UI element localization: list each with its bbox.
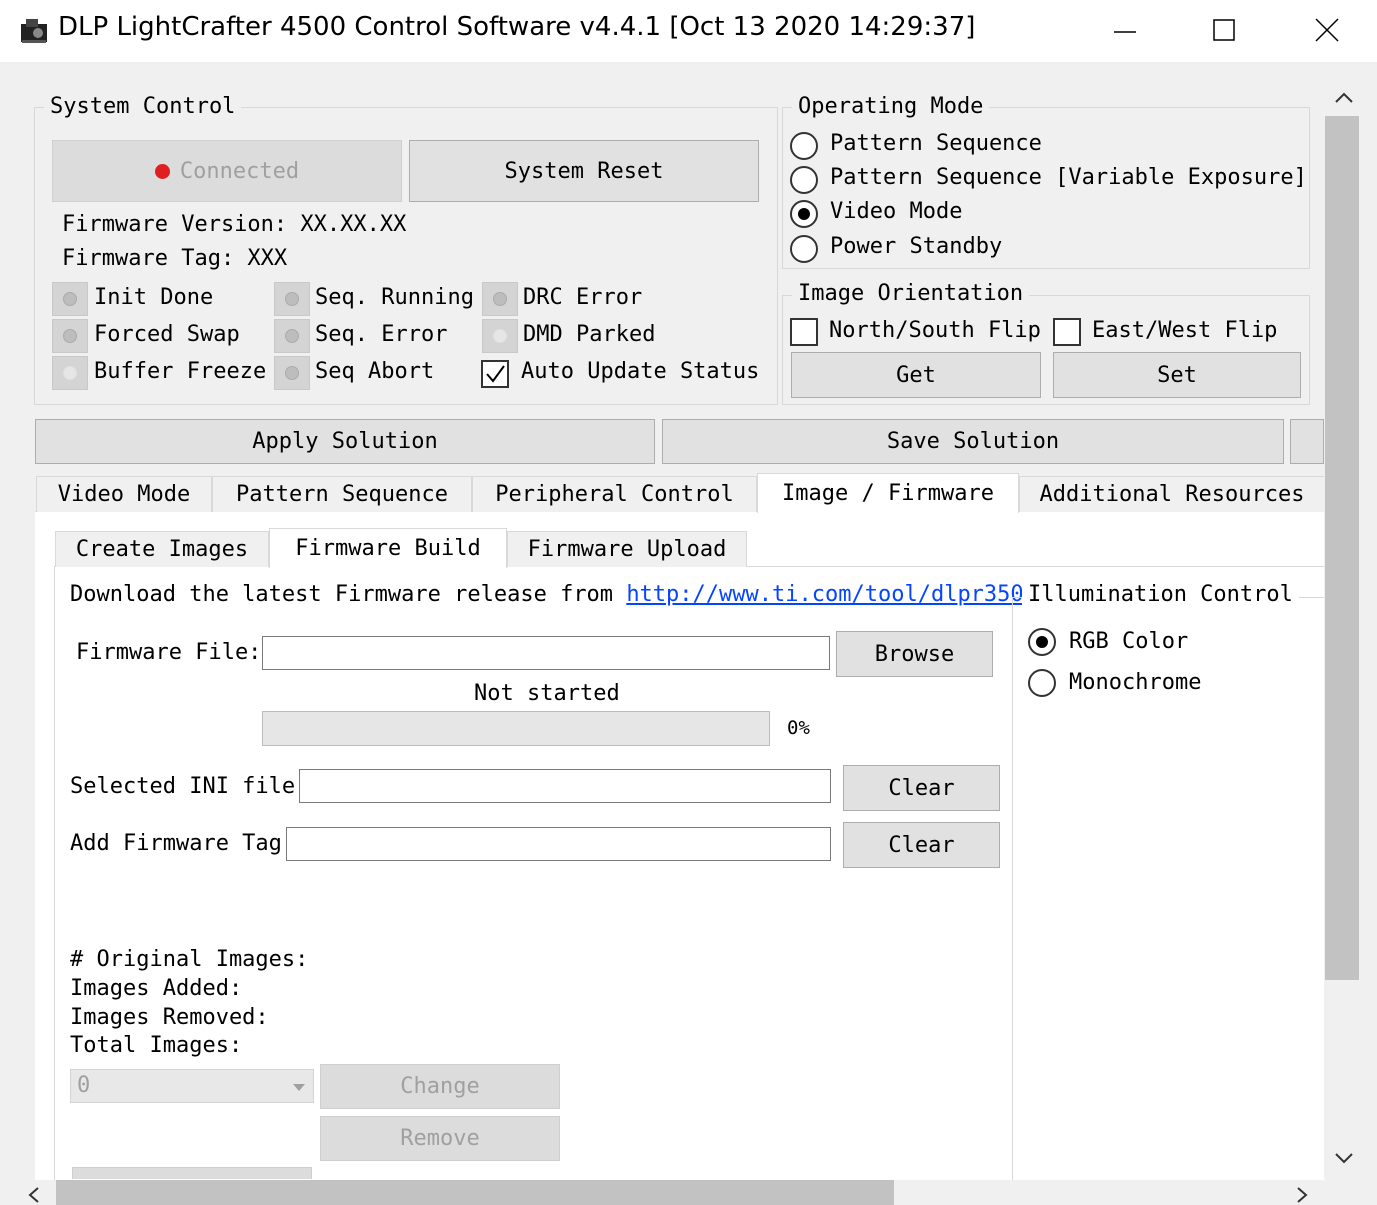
seq-running-label: Seq. Running bbox=[315, 285, 474, 310]
images-removed-label: Images Removed: bbox=[70, 1005, 269, 1030]
chevron-down-icon bbox=[293, 1084, 305, 1091]
tab-firmware-upload[interactable]: Firmware Upload bbox=[507, 531, 747, 567]
apply-solution-button[interactable]: Apply Solution bbox=[35, 419, 655, 464]
north-south-flip-checkbox[interactable] bbox=[790, 318, 818, 346]
maximize-button[interactable] bbox=[1199, 10, 1249, 50]
radio-pattern-sequence[interactable] bbox=[790, 132, 818, 160]
partially-hidden-button[interactable] bbox=[72, 1167, 312, 1179]
set-button[interactable]: Set bbox=[1053, 352, 1301, 398]
ini-file-label: Selected INI file bbox=[70, 774, 296, 799]
init-done-indicator bbox=[52, 282, 88, 316]
drc-error-label: DRC Error bbox=[523, 285, 643, 310]
download-link[interactable]: http://www.ti.com/tool/dlpr350 bbox=[626, 582, 1023, 607]
progress-status: Not started bbox=[474, 681, 620, 706]
close-icon bbox=[1315, 18, 1339, 42]
firmware-tag-label: Add Firmware Tag bbox=[70, 831, 282, 856]
connection-status-icon bbox=[154, 163, 170, 179]
firmware-tag: Firmware Tag: XXX bbox=[62, 246, 288, 271]
east-west-flip-label: East/West Flip bbox=[1092, 318, 1278, 343]
scroll-up-icon[interactable] bbox=[1334, 90, 1354, 106]
system-reset-button[interactable]: System Reset bbox=[409, 140, 759, 202]
east-west-flip-checkbox[interactable] bbox=[1053, 318, 1081, 346]
radio-video-mode[interactable] bbox=[790, 200, 818, 228]
browse-button[interactable]: Browse bbox=[836, 631, 993, 677]
system-control-title: System Control bbox=[44, 94, 242, 119]
image-index-select[interactable]: 0 bbox=[70, 1069, 314, 1103]
progress-percent: 0% bbox=[787, 717, 810, 739]
connected-button[interactable]: Connected bbox=[52, 140, 402, 202]
north-south-flip-label: North/South Flip bbox=[829, 318, 1041, 343]
radio-power-standby[interactable] bbox=[790, 235, 818, 263]
connected-label: Connected bbox=[179, 158, 300, 184]
radio-pattern-sequence-variable[interactable] bbox=[790, 166, 818, 194]
seq-abort-indicator bbox=[274, 356, 310, 390]
images-added-label: Images Added: bbox=[70, 976, 243, 1001]
illumination-control-title: Illumination Control bbox=[1022, 582, 1299, 607]
remove-button[interactable]: Remove bbox=[320, 1116, 560, 1161]
scroll-down-icon[interactable] bbox=[1334, 1150, 1354, 1166]
video-mode-label: Video Mode bbox=[830, 199, 963, 224]
firmware-version: Firmware Version: XX.XX.XX bbox=[62, 212, 407, 237]
window-title: DLP LightCrafter 4500 Control Software v… bbox=[58, 12, 976, 42]
init-done-label: Init Done bbox=[94, 285, 214, 310]
vertical-scroll-thumb[interactable] bbox=[1325, 116, 1359, 980]
drc-error-indicator bbox=[482, 282, 518, 316]
tab-create-images[interactable]: Create Images bbox=[55, 531, 269, 567]
firmware-tag-input[interactable] bbox=[286, 827, 831, 861]
tab-firmware-build[interactable]: Firmware Build bbox=[269, 528, 507, 568]
monochrome-label: Monochrome bbox=[1069, 670, 1202, 695]
firmware-file-label: Firmware File: bbox=[76, 640, 262, 665]
save-solution-button[interactable]: Save Solution bbox=[662, 419, 1284, 464]
operating-mode-title: Operating Mode bbox=[792, 94, 990, 119]
get-button[interactable]: Get bbox=[791, 352, 1041, 398]
power-standby-label: Power Standby bbox=[830, 234, 1003, 259]
minimize-button[interactable] bbox=[1100, 10, 1150, 50]
tab-additional-resources[interactable]: Additional Resources bbox=[1019, 476, 1325, 512]
tab-pattern-sequence[interactable]: Pattern Sequence bbox=[212, 476, 472, 512]
buffer-freeze-indicator bbox=[52, 356, 88, 390]
auto-update-checkbox[interactable] bbox=[481, 360, 509, 388]
extra-solution-button[interactable] bbox=[1290, 419, 1324, 464]
app-icon bbox=[21, 19, 47, 43]
minimize-icon bbox=[1114, 31, 1136, 33]
rgb-color-label: RGB Color bbox=[1069, 629, 1189, 654]
original-images-label: # Original Images: bbox=[70, 947, 309, 972]
tab-image-firmware[interactable]: Image / Firmware bbox=[757, 473, 1019, 513]
seq-error-indicator bbox=[274, 319, 310, 353]
progress-bar bbox=[262, 711, 770, 746]
download-text: Download the latest Firmware release fro… bbox=[70, 582, 1024, 607]
image-orientation-title: Image Orientation bbox=[792, 281, 1030, 306]
dmd-parked-indicator bbox=[482, 319, 518, 353]
clear-tag-button[interactable]: Clear bbox=[843, 822, 1000, 868]
seq-running-indicator bbox=[274, 282, 310, 316]
dmd-parked-label: DMD Parked bbox=[523, 322, 656, 347]
forced-swap-label: Forced Swap bbox=[94, 322, 240, 347]
horizontal-scroll-thumb[interactable] bbox=[56, 1180, 894, 1205]
scroll-left-icon[interactable] bbox=[26, 1186, 42, 1204]
checkmark-icon bbox=[486, 365, 505, 383]
seq-error-label: Seq. Error bbox=[315, 322, 448, 347]
change-button[interactable]: Change bbox=[320, 1064, 560, 1109]
tab-video-mode[interactable]: Video Mode bbox=[36, 476, 212, 512]
ini-file-input[interactable] bbox=[299, 769, 831, 803]
radio-rgb-color[interactable] bbox=[1028, 628, 1056, 656]
buffer-freeze-label: Buffer Freeze bbox=[94, 359, 267, 384]
firmware-file-input[interactable] bbox=[262, 636, 830, 670]
clear-ini-button[interactable]: Clear bbox=[843, 765, 1000, 811]
radio-monochrome[interactable] bbox=[1028, 669, 1056, 697]
tab-peripheral-control[interactable]: Peripheral Control bbox=[472, 476, 757, 512]
close-button[interactable] bbox=[1302, 10, 1352, 50]
pattern-sequence-label: Pattern Sequence bbox=[830, 131, 1042, 156]
image-index-value: 0 bbox=[77, 1073, 91, 1098]
maximize-icon bbox=[1213, 19, 1235, 41]
scroll-right-icon[interactable] bbox=[1294, 1186, 1310, 1204]
forced-swap-indicator bbox=[52, 319, 88, 353]
pattern-sequence-variable-label: Pattern Sequence [Variable Exposure] bbox=[830, 165, 1307, 190]
download-prefix: Download the latest Firmware release fro… bbox=[70, 582, 614, 607]
seq-abort-label: Seq Abort bbox=[315, 359, 435, 384]
total-images-label: Total Images: bbox=[70, 1033, 243, 1058]
auto-update-label: Auto Update Status bbox=[521, 359, 760, 384]
